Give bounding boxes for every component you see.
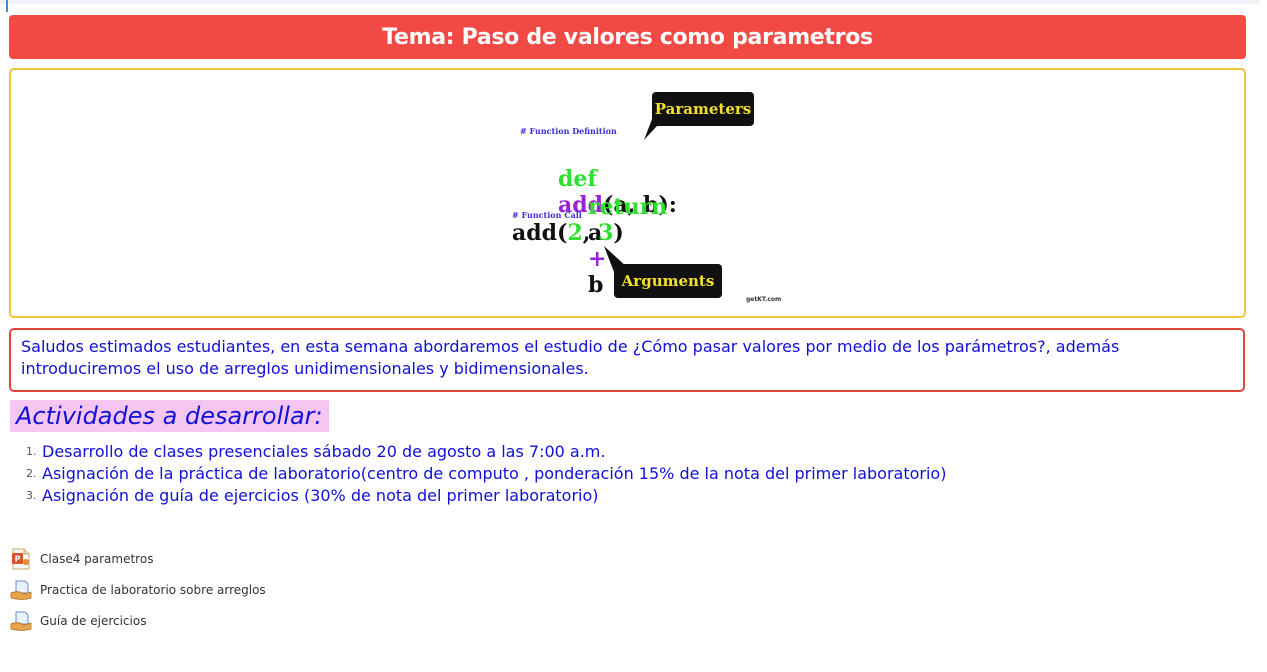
- assignment-icon: [10, 611, 32, 631]
- call-comment: # Function Call: [512, 210, 582, 220]
- definition-comment: # Function Definition: [520, 126, 617, 136]
- topic-title-bar: Tema: Paso de valores como parametros: [9, 15, 1246, 59]
- activity-number: 2.: [26, 467, 37, 480]
- call-line: add(2, 3): [512, 220, 624, 246]
- course-resources: P Clase4 parametros Practica de laborato…: [10, 543, 266, 636]
- call-close-paren: ): [613, 220, 624, 246]
- code-figure: Parameters # Function Definition def add…: [510, 90, 782, 310]
- resource-label: Clase4 parametros: [40, 551, 154, 566]
- activity-text: Asignación de guía de ejercicios (30% de…: [42, 486, 599, 505]
- return-keyword: return: [587, 194, 668, 220]
- resource-link-practica[interactable]: Practica de laboratorio sobre arreglos: [10, 574, 266, 605]
- resource-label: Practica de laboratorio sobre arreglos: [40, 582, 266, 597]
- arguments-label: Arguments: [621, 272, 715, 290]
- parameters-label: Parameters: [654, 100, 752, 118]
- intro-message: Saludos estimados estudiantes, en esta s…: [21, 337, 1120, 378]
- call-function-name: add(: [512, 220, 568, 246]
- powerpoint-file-icon: P: [12, 548, 30, 569]
- arguments-callout: Arguments: [614, 264, 722, 298]
- resource-label: Guía de ejercicios: [40, 613, 147, 628]
- call-argument-2: 3: [598, 220, 614, 246]
- svg-text:P: P: [15, 554, 21, 563]
- call-separator: ,: [582, 220, 599, 246]
- resource-link-guia[interactable]: Guía de ejercicios: [10, 605, 266, 636]
- activity-text: Desarrollo de clases presenciales sábado…: [42, 442, 606, 461]
- call-argument-1: 2: [567, 220, 583, 246]
- topic-title: Tema: Paso de valores como parametros: [382, 24, 873, 50]
- resource-link-clase4[interactable]: P Clase4 parametros: [10, 543, 266, 574]
- activity-text: Asignación de la práctica de laboratorio…: [42, 464, 947, 483]
- image-credit: getKT.com: [746, 296, 782, 303]
- activity-number: 1.: [26, 445, 37, 458]
- activities-heading: Actividades a desarrollar:: [10, 400, 329, 432]
- parameters-callout: Parameters: [652, 92, 754, 126]
- top-divider: [0, 0, 1260, 12]
- top-accent-mark: [6, 0, 8, 12]
- activity-number: 3.: [26, 489, 37, 502]
- intro-message-box: Saludos estimados estudiantes, en esta s…: [9, 328, 1245, 392]
- assignment-icon: [10, 580, 32, 600]
- function-diagram-image: Parameters # Function Definition def add…: [9, 68, 1246, 318]
